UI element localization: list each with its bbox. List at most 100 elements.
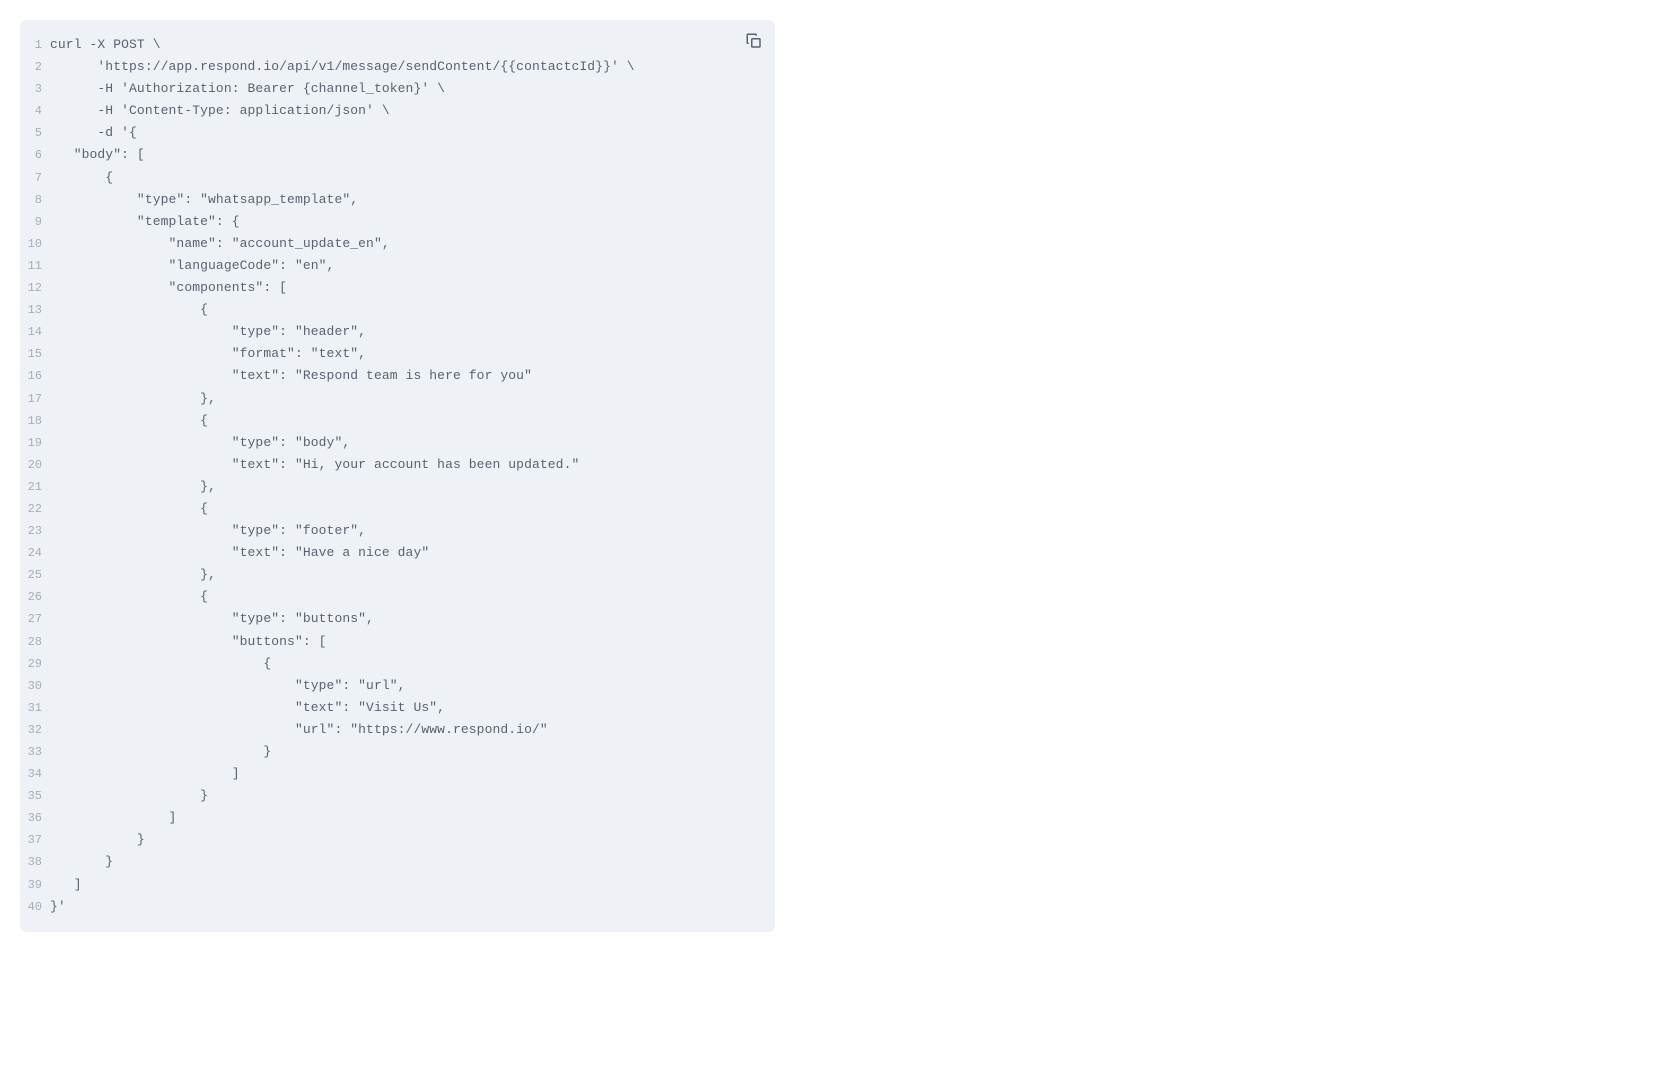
code-line: 17 }, [20, 388, 775, 410]
line-number: 37 [20, 830, 50, 851]
code-line: 36 ] [20, 807, 775, 829]
line-number: 25 [20, 565, 50, 586]
line-number: 4 [20, 101, 50, 122]
line-content: "languageCode": "en", [50, 255, 334, 276]
line-content: "type": "footer", [50, 520, 366, 541]
line-number: 38 [20, 852, 50, 873]
line-number: 26 [20, 587, 50, 608]
line-number: 18 [20, 411, 50, 432]
line-content: "text": "Respond team is here for you" [50, 365, 532, 386]
line-number: 31 [20, 698, 50, 719]
code-line: 38 } [20, 851, 775, 873]
code-line: 23 "type": "footer", [20, 520, 775, 542]
line-number: 16 [20, 366, 50, 387]
line-content: { [50, 586, 208, 607]
line-content: "text": "Hi, your account has been updat… [50, 454, 579, 475]
code-line: 21 }, [20, 476, 775, 498]
line-content: "type": "buttons", [50, 608, 374, 629]
line-number: 20 [20, 455, 50, 476]
line-content: } [50, 785, 208, 806]
code-line: 12 "components": [ [20, 277, 775, 299]
line-content: { [50, 410, 208, 431]
line-number: 10 [20, 234, 50, 255]
line-content: { [50, 299, 208, 320]
code-line: 25 }, [20, 564, 775, 586]
code-line: 18 { [20, 410, 775, 432]
line-number: 3 [20, 79, 50, 100]
line-number: 12 [20, 278, 50, 299]
line-number: 1 [20, 35, 50, 56]
line-number: 30 [20, 676, 50, 697]
line-number: 5 [20, 123, 50, 144]
code-line: 4 -H 'Content-Type: application/json' \ [20, 100, 775, 122]
line-content: 'https://app.respond.io/api/v1/message/s… [50, 56, 635, 77]
code-line: 22 { [20, 498, 775, 520]
code-line: 32 "url": "https://www.respond.io/" [20, 719, 775, 741]
line-number: 15 [20, 344, 50, 365]
line-number: 17 [20, 389, 50, 410]
line-content: ] [50, 874, 82, 895]
line-number: 6 [20, 145, 50, 166]
line-content: }, [50, 388, 216, 409]
code-line: 13 { [20, 299, 775, 321]
code-line: 27 "type": "buttons", [20, 608, 775, 630]
code-line: 37 } [20, 829, 775, 851]
line-number: 21 [20, 477, 50, 498]
line-content: } [50, 851, 113, 872]
code-line: 30 "type": "url", [20, 675, 775, 697]
line-number: 32 [20, 720, 50, 741]
line-content: { [50, 653, 271, 674]
code-line: 35 } [20, 785, 775, 807]
line-content: ] [50, 807, 176, 828]
line-content: "body": [ [50, 144, 145, 165]
line-number: 29 [20, 654, 50, 675]
code-line: 24 "text": "Have a nice day" [20, 542, 775, 564]
line-content: }, [50, 476, 216, 497]
line-number: 19 [20, 433, 50, 454]
line-content: { [50, 167, 113, 188]
code-line: 34 ] [20, 763, 775, 785]
line-number: 11 [20, 256, 50, 277]
code-line: 9 "template": { [20, 211, 775, 233]
line-number: 14 [20, 322, 50, 343]
line-number: 33 [20, 742, 50, 763]
line-number: 34 [20, 764, 50, 785]
code-line: 10 "name": "account_update_en", [20, 233, 775, 255]
code-line: 5 -d '{ [20, 122, 775, 144]
code-line: 39 ] [20, 874, 775, 896]
line-number: 24 [20, 543, 50, 564]
line-content: "type": "header", [50, 321, 366, 342]
line-number: 7 [20, 168, 50, 189]
line-content: -H 'Authorization: Bearer {channel_token… [50, 78, 445, 99]
line-content: } [50, 829, 145, 850]
code-line: 20 "text": "Hi, your account has been up… [20, 454, 775, 476]
line-content: "type": "whatsapp_template", [50, 189, 358, 210]
line-content: "url": "https://www.respond.io/" [50, 719, 548, 740]
line-number: 36 [20, 808, 50, 829]
code-line: 7 { [20, 167, 775, 189]
line-number: 13 [20, 300, 50, 321]
line-content: }, [50, 564, 216, 585]
line-content: { [50, 498, 208, 519]
code-line: 16 "text": "Respond team is here for you… [20, 365, 775, 387]
line-number: 22 [20, 499, 50, 520]
code-line: 2 'https://app.respond.io/api/v1/message… [20, 56, 775, 78]
code-line: 19 "type": "body", [20, 432, 775, 454]
line-content: "type": "url", [50, 675, 406, 696]
code-line: 1curl -X POST \ [20, 34, 775, 56]
code-line: 31 "text": "Visit Us", [20, 697, 775, 719]
copy-icon[interactable] [745, 32, 763, 50]
code-line: 28 "buttons": [ [20, 631, 775, 653]
code-content: 1curl -X POST \2 'https://app.respond.io… [20, 34, 775, 918]
code-line: 3 -H 'Authorization: Bearer {channel_tok… [20, 78, 775, 100]
line-number: 2 [20, 57, 50, 78]
line-number: 28 [20, 632, 50, 653]
line-content: "name": "account_update_en", [50, 233, 390, 254]
line-number: 27 [20, 609, 50, 630]
code-line: 29 { [20, 653, 775, 675]
code-line: 40}' [20, 896, 775, 918]
line-number: 35 [20, 786, 50, 807]
line-content: "buttons": [ [50, 631, 327, 652]
line-number: 23 [20, 521, 50, 542]
code-line: 33 } [20, 741, 775, 763]
